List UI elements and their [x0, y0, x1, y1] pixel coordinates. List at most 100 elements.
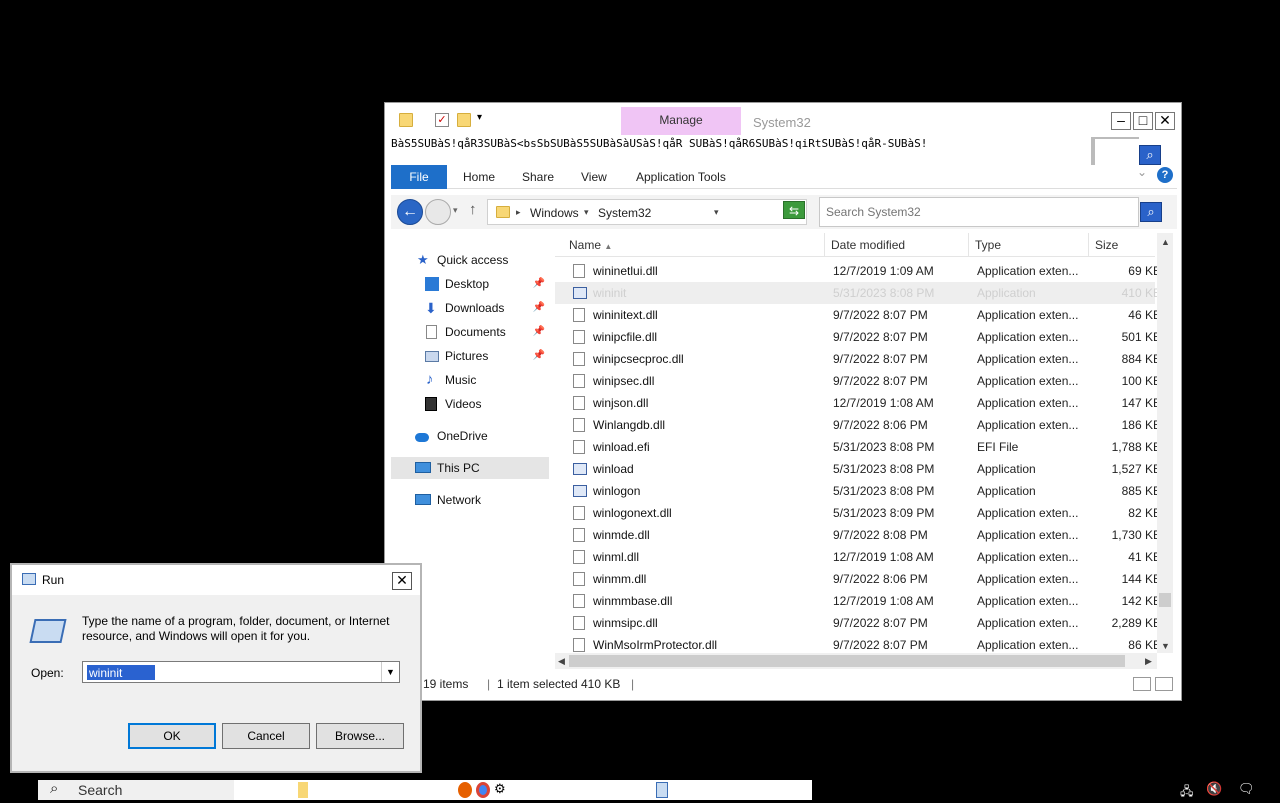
- nav-music[interactable]: ♪ Music: [391, 369, 549, 391]
- breadcrumb-system32[interactable]: System32: [598, 206, 651, 220]
- tab-view[interactable]: View: [581, 165, 607, 189]
- breadcrumb-windows[interactable]: Windows: [530, 206, 579, 220]
- file-row[interactable]: winload.efi 5/31/2023 8:08 PM EFI File 1,78…: [555, 436, 1161, 458]
- new-folder-icon[interactable]: [457, 113, 471, 127]
- run-title: Run: [42, 573, 65, 587]
- horizontal-scrollbar[interactable]: ◀ ▶: [555, 653, 1157, 669]
- download-arrow-icon: ⬇: [425, 300, 437, 316]
- column-size[interactable]: Size: [1089, 233, 1155, 257]
- file-row[interactable]: winmm.dll 9/7/2022 8:06 PM Application ext…: [555, 568, 1161, 590]
- file-row[interactable]: winipcfile.dll 9/7/2022 8:07 PM Applicatio…: [555, 326, 1161, 348]
- open-combobox[interactable]: ▼: [82, 661, 400, 683]
- file-icon: [573, 440, 585, 454]
- nav-onedrive[interactable]: OneDrive: [391, 425, 549, 447]
- file-row[interactable]: Winlangdb.dll 9/7/2022 8:06 PM Application…: [555, 414, 1161, 436]
- pin-icon[interactable]: 📌: [533, 345, 545, 367]
- file-row[interactable]: winml.dll 12/7/2019 1:08 AM Application ex…: [555, 546, 1161, 568]
- minimize-button[interactable]: –: [1111, 112, 1131, 130]
- search-input[interactable]: [826, 205, 1116, 219]
- file-type: Application: [977, 462, 1036, 476]
- pin-icon[interactable]: 📌: [533, 273, 545, 295]
- nav-network[interactable]: Network: [391, 489, 549, 511]
- scroll-up-icon[interactable]: ▲: [1161, 237, 1170, 247]
- file-size: 501 KB: [1121, 330, 1161, 344]
- title-bar[interactable]: ✓ ▾ Manage System32 – □ ✕: [385, 103, 1181, 135]
- file-row[interactable]: winipsec.dll 9/7/2022 8:07 PM Application …: [555, 370, 1161, 392]
- file-size: 147 KB: [1121, 396, 1161, 410]
- file-size: 142 KB: [1121, 594, 1161, 608]
- help-icon[interactable]: ?: [1157, 167, 1173, 183]
- file-row[interactable]: winjson.dll 12/7/2019 1:08 AM Application …: [555, 392, 1161, 414]
- firefox-icon[interactable]: [458, 782, 472, 798]
- properties-icon[interactable]: ✓: [435, 113, 449, 127]
- chevron-down-icon[interactable]: ▾: [584, 207, 589, 218]
- nav-this-pc[interactable]: This PC: [391, 457, 549, 479]
- column-date-modified[interactable]: Date modified: [825, 233, 969, 257]
- forward-button[interactable]: [425, 199, 451, 225]
- tab-application-tools[interactable]: Application Tools: [636, 165, 726, 189]
- tab-file[interactable]: File: [391, 165, 447, 189]
- recent-locations-icon[interactable]: ▾: [453, 205, 458, 216]
- vertical-scrollbar[interactable]: ▲ ▼: [1157, 233, 1173, 653]
- file-row[interactable]: winmde.dll 9/7/2022 8:08 PM Application ex…: [555, 524, 1161, 546]
- nav-downloads[interactable]: ⬇ Downloads 📌: [391, 297, 549, 319]
- back-button[interactable]: ←: [397, 199, 423, 225]
- column-name[interactable]: Name ▲: [555, 233, 825, 257]
- cancel-button[interactable]: Cancel: [222, 723, 310, 749]
- volume-muted-icon[interactable]: 🔇: [1206, 781, 1222, 797]
- file-row[interactable]: winlogonext.dll 5/31/2023 8:09 PM Applicat…: [555, 502, 1161, 524]
- refresh-icon[interactable]: ⇆: [783, 201, 805, 219]
- nav-videos[interactable]: Videos: [391, 393, 549, 415]
- search-icon[interactable]: ⌕: [1140, 202, 1162, 222]
- file-row[interactable]: winload 5/31/2023 8:08 PM Application 1,527…: [555, 458, 1161, 480]
- run-title-bar[interactable]: Run ✕: [12, 565, 420, 595]
- up-arrow-icon[interactable]: ↑: [469, 201, 477, 218]
- file-row[interactable]: winmsipc.dll 9/7/2022 8:07 PM Application …: [555, 612, 1161, 634]
- open-input[interactable]: [87, 665, 155, 680]
- scroll-right-icon[interactable]: ▶: [1145, 656, 1152, 667]
- scroll-down-icon[interactable]: ▼: [1161, 641, 1170, 651]
- close-button[interactable]: ✕: [1155, 112, 1175, 130]
- scroll-thumb[interactable]: [569, 655, 1125, 667]
- file-size: 186 KB: [1121, 418, 1161, 432]
- pin-icon[interactable]: 📌: [533, 297, 545, 319]
- notification-icon[interactable]: 🗨: [1238, 781, 1255, 797]
- browse-button[interactable]: Browse...: [316, 723, 404, 749]
- manage-tab[interactable]: Manage: [621, 107, 741, 135]
- details-view-icon[interactable]: [1133, 677, 1151, 691]
- scroll-thumb[interactable]: [1159, 593, 1171, 607]
- file-row[interactable]: wininetlui.dll 12/7/2019 1:09 AM Applicati…: [555, 260, 1161, 282]
- maximize-button[interactable]: □: [1133, 112, 1153, 130]
- chevron-down-icon[interactable]: ⌄: [1137, 165, 1147, 179]
- nav-desktop[interactable]: Desktop 📌: [391, 273, 549, 295]
- file-explorer-icon[interactable]: [298, 782, 308, 798]
- large-icons-view-icon[interactable]: [1155, 677, 1173, 691]
- run-icon[interactable]: [656, 782, 668, 798]
- file-type: Application: [977, 286, 1036, 300]
- gear-icon[interactable]: ⚙: [494, 781, 506, 797]
- file-row[interactable]: winmmbase.dll 12/7/2019 1:08 AM Applicatio…: [555, 590, 1161, 612]
- file-row[interactable]: winlogon 5/31/2023 8:08 PM Application 885 …: [555, 480, 1161, 502]
- chevron-right-icon[interactable]: ▸: [516, 207, 521, 218]
- column-type[interactable]: Type: [969, 233, 1089, 257]
- pin-icon[interactable]: 📌: [533, 321, 545, 343]
- address-bar[interactable]: ▸ Windows ▾ System32 ▾: [487, 199, 807, 225]
- nav-documents[interactable]: Documents 📌: [391, 321, 549, 343]
- file-type: Application: [977, 484, 1036, 498]
- tab-home[interactable]: Home: [463, 165, 495, 189]
- nav-pictures[interactable]: Pictures 📌: [391, 345, 549, 367]
- ok-button[interactable]: OK: [128, 723, 216, 749]
- close-button[interactable]: ✕: [392, 572, 412, 590]
- scroll-left-icon[interactable]: ◀: [558, 656, 565, 667]
- chevron-down-icon[interactable]: ▼: [381, 662, 399, 682]
- taskbar-search[interactable]: ⌕ Search: [38, 780, 234, 800]
- file-row[interactable]: wininit 5/31/2023 8:08 PM Application 410 K…: [555, 282, 1161, 304]
- customize-quick-access-icon[interactable]: ▾: [477, 112, 491, 126]
- search-box[interactable]: ⌕: [819, 197, 1162, 227]
- file-row[interactable]: wininitext.dll 9/7/2022 8:07 PM Applicatio…: [555, 304, 1161, 326]
- tab-share[interactable]: Share: [522, 165, 554, 189]
- chrome-icon[interactable]: [476, 782, 490, 798]
- nav-quick-access[interactable]: ★ Quick access: [391, 249, 549, 271]
- file-row[interactable]: winipcsecproc.dll 9/7/2022 8:07 PM Applica…: [555, 348, 1161, 370]
- address-dropdown-icon[interactable]: ▾: [714, 207, 719, 218]
